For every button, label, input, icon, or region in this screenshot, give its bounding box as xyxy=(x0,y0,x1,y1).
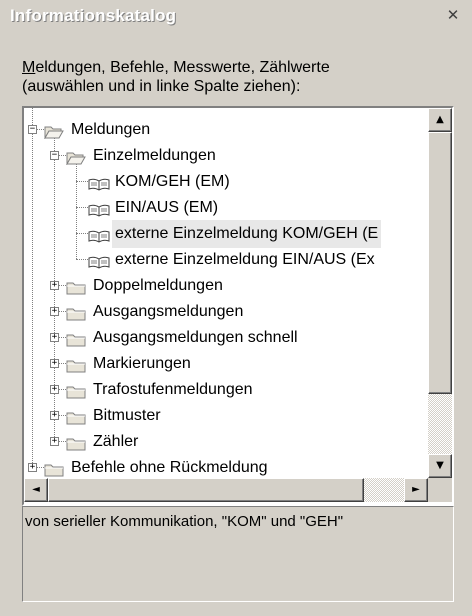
description-box: von serieller Kommunikation, "KOM" und "… xyxy=(22,506,454,602)
tree-item-label: KOM/GEH (EM) xyxy=(115,173,230,190)
information-catalog-panel: Informationskatalog ✕ Meldungen, Befehle… xyxy=(0,0,472,616)
collapse-icon[interactable]: − xyxy=(50,151,59,160)
tree-content: − Meldungen − Einzelmeldungen KOM/GEH (EM) EI… xyxy=(24,108,428,478)
tree-item-label: Markierungen xyxy=(93,355,191,372)
tree-item[interactable]: externe Einzelmeldung EIN/AUS (Ex xyxy=(24,246,428,272)
expand-icon[interactable]: + xyxy=(50,333,59,342)
scroll-left-button[interactable]: ◄ xyxy=(24,478,48,502)
instruction-line2: (auswählen und in linke Spalte ziehen): xyxy=(22,78,301,95)
tree-item[interactable]: + Befehle ohne Rückmeldung xyxy=(24,454,428,478)
tree-item[interactable]: − Meldungen xyxy=(24,116,428,142)
tree-item-label: Bitmuster xyxy=(93,407,161,424)
tree-item[interactable]: EIN/AUS (EM) xyxy=(24,194,428,220)
folder-icon xyxy=(66,330,86,347)
folder-icon xyxy=(66,304,86,321)
tree-item[interactable]: + Ausgangsmeldungen schnell xyxy=(24,324,428,350)
tree-item-label: Doppelmeldungen xyxy=(93,277,223,294)
folder-icon xyxy=(66,356,86,373)
scroll-right-button[interactable]: ► xyxy=(404,478,428,502)
instruction-mnemonic: M xyxy=(22,59,36,76)
folder-icon xyxy=(66,278,86,295)
tree-item-label: Zähler xyxy=(93,433,139,450)
close-icon[interactable]: ✕ xyxy=(444,6,462,24)
instruction-text: Meldungen, Befehle, Messwerte, Zählwerte… xyxy=(22,58,452,96)
expand-icon[interactable]: + xyxy=(50,359,59,368)
tree-item-label: externe Einzelmeldung EIN/AUS (Ex xyxy=(115,251,375,268)
folder-open-icon xyxy=(44,122,64,140)
tree-item-label: Meldungen xyxy=(71,121,151,138)
expand-icon[interactable]: + xyxy=(50,385,59,394)
expand-icon[interactable]: + xyxy=(50,307,59,316)
expand-icon[interactable]: + xyxy=(50,411,59,420)
collapse-icon[interactable]: − xyxy=(28,125,37,134)
folder-open-icon xyxy=(66,148,86,166)
expand-icon[interactable]: + xyxy=(50,281,59,290)
tree-item-label: Befehle ohne Rückmeldung xyxy=(71,459,268,476)
folder-icon xyxy=(66,408,86,425)
tree-item[interactable]: + Zähler xyxy=(24,428,428,454)
book-icon xyxy=(88,252,110,269)
tree-item-label: Ausgangsmeldungen schnell xyxy=(93,329,298,346)
expand-icon[interactable]: + xyxy=(50,437,59,446)
tree-item-label: externe Einzelmeldung KOM/GEH (E xyxy=(112,220,382,248)
window-title: Informationskatalog xyxy=(10,6,177,25)
tree-item[interactable]: externe Einzelmeldung KOM/GEH (E xyxy=(24,220,428,248)
tree-item[interactable]: + Trafostufenmeldungen xyxy=(24,376,428,402)
tree-item-label: EIN/AUS (EM) xyxy=(115,199,219,216)
tree-item-label: Trafostufenmeldungen xyxy=(93,381,253,398)
tree-item[interactable]: + Bitmuster xyxy=(24,402,428,428)
expand-icon[interactable]: + xyxy=(28,463,37,472)
catalog-tree-view[interactable]: − Meldungen − Einzelmeldungen KOM/GEH (EM) EI… xyxy=(22,106,454,506)
title-bar: Informationskatalog ✕ xyxy=(2,2,470,32)
folder-icon xyxy=(66,434,86,451)
instruction-line1: eldungen, Befehle, Messwerte, Zählwerte xyxy=(35,59,330,76)
tree-item-label: Einzelmeldungen xyxy=(93,147,216,164)
horizontal-scroll-thumb[interactable] xyxy=(48,478,364,502)
tree-item[interactable]: KOM/GEH (EM) xyxy=(24,168,428,194)
vertical-scrollbar[interactable]: ▲ ▼ xyxy=(428,108,452,478)
scrollbar-corner xyxy=(428,478,452,502)
book-icon xyxy=(88,226,110,243)
horizontal-scrollbar[interactable]: ◄ ► xyxy=(24,478,428,502)
tree-item[interactable]: + Ausgangsmeldungen xyxy=(24,298,428,324)
scroll-down-button[interactable]: ▼ xyxy=(428,454,452,478)
book-icon xyxy=(88,174,110,191)
tree-item-label: Ausgangsmeldungen xyxy=(93,303,244,320)
book-icon xyxy=(88,200,110,217)
tree-item[interactable]: + Doppelmeldungen xyxy=(24,272,428,298)
vertical-scroll-thumb[interactable] xyxy=(428,132,452,394)
folder-icon xyxy=(66,382,86,399)
scroll-up-button[interactable]: ▲ xyxy=(428,108,452,132)
tree-item[interactable]: + Markierungen xyxy=(24,350,428,376)
tree-item[interactable]: − Einzelmeldungen xyxy=(24,142,428,168)
folder-icon xyxy=(44,460,64,477)
